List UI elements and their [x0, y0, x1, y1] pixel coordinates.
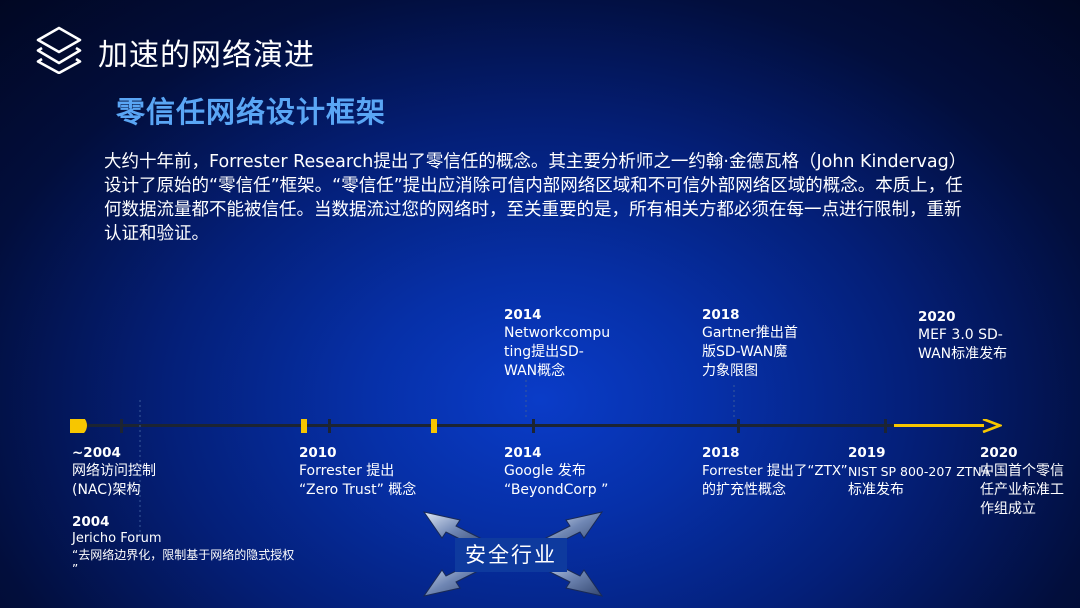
slide-title: 零信任网络设计框架 — [116, 95, 387, 129]
timeline-event-below: 2010 Forrester 提出 “Zero Trust” 概念 — [299, 444, 416, 500]
event-line: Jericho Forum — [72, 531, 162, 546]
timeline-event-above: 2020 MEF 3.0 SD- WAN标准发布 — [918, 308, 1007, 364]
event-line: 力象限图 — [702, 363, 758, 379]
event-line: Networkcompu — [504, 325, 611, 341]
timeline-axis — [70, 419, 1002, 433]
event-year: 2020 — [918, 309, 956, 325]
tick-2004 — [120, 419, 123, 433]
event-line: Forrester 提出 — [299, 463, 395, 479]
tick-2018 — [737, 419, 740, 433]
timeline-event-above: 2014 Networkcompu ting提出SD- WAN概念 — [504, 306, 610, 381]
event-year: 2014 — [504, 307, 542, 323]
timeline-event-below: 2019 NIST SP 800-207 ZTNA 标准发布 — [848, 444, 990, 500]
event-line: WAN概念 — [504, 363, 566, 379]
tick-2019 — [884, 419, 887, 433]
event-year: 2018 — [702, 307, 740, 323]
event-line: Google 发布 — [504, 463, 586, 479]
tick-2010 — [328, 419, 331, 433]
event-year: 2019 — [848, 445, 886, 461]
timeline-event-below: 2020 中国首个零信 任产业标准工 作组成立 — [980, 444, 1064, 519]
arrow-head-icon — [982, 419, 1002, 433]
event-line: 作组成立 — [980, 501, 1036, 517]
start-dot — [70, 419, 87, 433]
industry-label: 安全行业 — [455, 538, 567, 572]
event-line: Gartner推出首 — [702, 325, 798, 341]
layers-logo-icon — [36, 26, 82, 74]
event-year: 2014 — [504, 445, 542, 461]
axis-line-yellow — [894, 424, 984, 427]
event-line: (NAC)架构 — [72, 482, 141, 498]
event-line: Forrester 提出了“ZTX” — [702, 463, 848, 479]
event-line: ” — [72, 562, 79, 576]
axis-line-dark — [76, 424, 894, 427]
event-year: 2020 — [980, 445, 1018, 461]
timeline-event-below: 2004 Jericho Forum “去网络边界化，限制基于网络的隐式授权 ” — [72, 513, 294, 575]
yellow-marker-2 — [431, 419, 437, 433]
event-line: “BeyondCorp ” — [504, 482, 609, 498]
yellow-marker-1 — [301, 419, 307, 433]
tick-2014 — [532, 419, 535, 433]
timeline-event-below: 2014 Google 发布 “BeyondCorp ” — [504, 444, 608, 500]
event-line: 网络访问控制 — [72, 463, 156, 479]
event-line: 标准发布 — [848, 482, 904, 498]
timeline-event-below: ~2004 网络访问控制 (NAC)架构 — [72, 444, 156, 500]
timeline-event-above: 2018 Gartner推出首 版SD-WAN魔 力象限图 — [702, 306, 798, 381]
event-line: MEF 3.0 SD- — [918, 327, 1003, 343]
event-year: ~2004 — [72, 445, 121, 461]
event-line: WAN标准发布 — [918, 346, 1008, 362]
event-year: 2004 — [72, 514, 110, 530]
event-line: ting提出SD- — [504, 344, 584, 360]
event-year: 2018 — [702, 445, 740, 461]
event-line: 任产业标准工 — [980, 482, 1064, 498]
event-line: 版SD-WAN魔 — [702, 344, 788, 360]
event-year: 2010 — [299, 445, 337, 461]
timeline-event-below: 2018 Forrester 提出了“ZTX” 的扩充性概念 — [702, 444, 848, 500]
section-title: 加速的网络演进 — [98, 38, 315, 73]
event-line: NIST SP 800-207 ZTNA — [848, 464, 991, 479]
event-line: 的扩充性概念 — [702, 482, 786, 498]
event-line: “Zero Trust” 概念 — [299, 482, 417, 498]
intro-paragraph: 大约十年前，Forrester Research提出了零信任的概念。其主要分析师… — [104, 152, 963, 244]
event-line: 中国首个零信 — [980, 463, 1064, 479]
event-line: “去网络边界化，限制基于网络的隐式授权 — [72, 548, 295, 562]
